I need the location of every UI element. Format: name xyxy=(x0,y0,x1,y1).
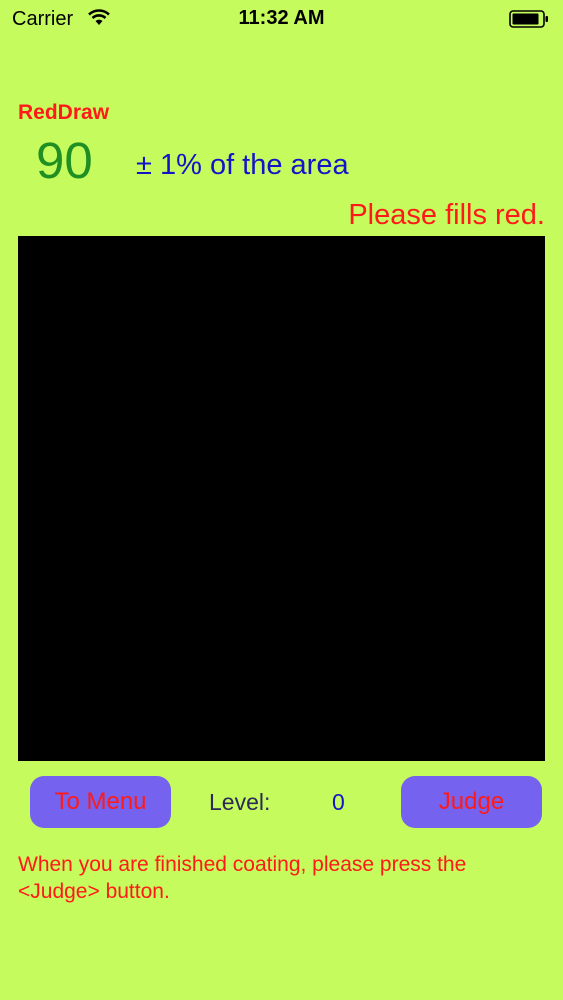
battery-icon xyxy=(509,10,549,28)
hint-text: When you are finished coating, please pr… xyxy=(18,853,467,903)
status-time: 11:32 AM xyxy=(238,7,325,29)
target-value: 90 xyxy=(36,132,93,189)
to-menu-button[interactable]: To Menu xyxy=(30,776,171,828)
instruction-label: Please fills red. xyxy=(348,199,545,231)
app-title: RedDraw xyxy=(18,101,110,124)
level-label: Level: xyxy=(209,789,271,815)
tolerance-label: ± 1% of the area xyxy=(136,149,349,181)
level-value: 0 xyxy=(332,789,345,815)
status-bar: Carrier 11:32 AM xyxy=(0,0,563,40)
judge-button[interactable]: Judge xyxy=(401,776,542,828)
drawing-canvas[interactable] xyxy=(18,236,545,761)
